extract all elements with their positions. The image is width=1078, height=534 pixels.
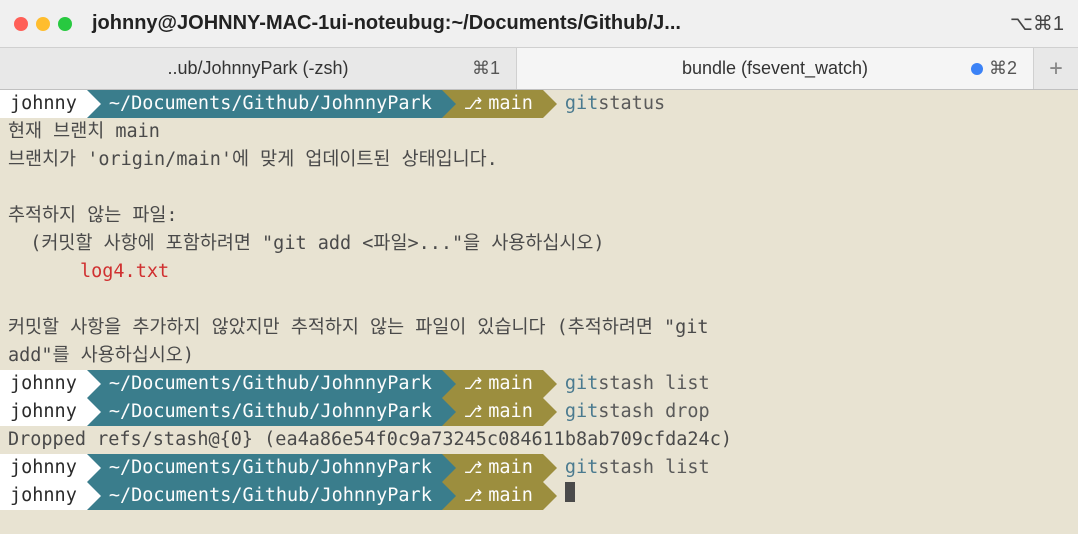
- activity-indicator-icon: [971, 63, 983, 75]
- tabbar: ..ub/JohnnyPark (-zsh) ⌘1 bundle (fseven…: [0, 48, 1078, 90]
- maximize-icon[interactable]: [58, 17, 72, 31]
- output-line: 추적하지 않는 파일:: [0, 202, 1078, 230]
- prompt-user: johnny: [0, 90, 87, 118]
- command-text: git stash drop: [543, 398, 710, 426]
- prompt-user: johnny: [0, 454, 87, 482]
- output-line: 현재 브랜치 main: [0, 118, 1078, 146]
- titlebar: johnny@JOHNNY-MAC-1ui-noteubug:~/Documen…: [0, 0, 1078, 48]
- prompt-user: johnny: [0, 482, 87, 510]
- prompt-branch: ⎇main: [442, 454, 543, 482]
- prompt-line: johnny ~/Documents/Github/JohnnyPark ⎇ma…: [0, 90, 1078, 118]
- prompt-branch: ⎇main: [442, 370, 543, 398]
- command-text: git stash list: [543, 370, 710, 398]
- output-line: 브랜치가 'origin/main'에 맞게 업데이트된 상태입니다.: [0, 146, 1078, 174]
- tab-2[interactable]: bundle (fsevent_watch) ⌘2: [517, 48, 1034, 89]
- untracked-file: log4.txt: [0, 258, 1078, 286]
- git-branch-icon: ⎇: [464, 482, 482, 510]
- cursor: [565, 482, 575, 502]
- git-branch-icon: ⎇: [464, 370, 482, 398]
- prompt-path: ~/Documents/Github/JohnnyPark: [87, 370, 442, 398]
- prompt-line: johnny ~/Documents/Github/JohnnyPark ⎇ma…: [0, 370, 1078, 398]
- traffic-lights: [14, 17, 72, 31]
- window-title: johnny@JOHNNY-MAC-1ui-noteubug:~/Documen…: [92, 12, 1010, 35]
- branch-name: main: [488, 454, 533, 482]
- branch-name: main: [488, 370, 533, 398]
- prompt-path: ~/Documents/Github/JohnnyPark: [87, 398, 442, 426]
- git-branch-icon: ⎇: [464, 90, 482, 118]
- git-branch-icon: ⎇: [464, 454, 482, 482]
- branch-name: main: [488, 482, 533, 510]
- prompt-line: johnny ~/Documents/Github/JohnnyPark ⎇ma…: [0, 454, 1078, 482]
- output-line: Dropped refs/stash@{0} (ea4a86e54f0c9a73…: [0, 426, 1078, 454]
- command-text: git stash list: [543, 454, 710, 482]
- prompt-branch: ⎇main: [442, 90, 543, 118]
- terminal-output[interactable]: johnny ~/Documents/Github/JohnnyPark ⎇ma…: [0, 90, 1078, 510]
- prompt-branch: ⎇main: [442, 398, 543, 426]
- window-shortcut: ⌥⌘1: [1010, 11, 1064, 36]
- new-tab-button[interactable]: +: [1034, 48, 1078, 89]
- tab-1[interactable]: ..ub/JohnnyPark (-zsh) ⌘1: [0, 48, 517, 89]
- prompt-path: ~/Documents/Github/JohnnyPark: [87, 454, 442, 482]
- output-line: add"를 사용하십시오): [0, 342, 1078, 370]
- prompt-user: johnny: [0, 398, 87, 426]
- tab-label: bundle (fsevent_watch): [682, 58, 868, 79]
- branch-name: main: [488, 90, 533, 118]
- prompt-line: johnny ~/Documents/Github/JohnnyPark ⎇ma…: [0, 482, 1078, 510]
- output-line: [0, 286, 1078, 314]
- prompt-path: ~/Documents/Github/JohnnyPark: [87, 90, 442, 118]
- branch-name: main: [488, 398, 533, 426]
- prompt-line: johnny ~/Documents/Github/JohnnyPark ⎇ma…: [0, 398, 1078, 426]
- prompt-branch: ⎇main: [442, 482, 543, 510]
- command-text: git status: [543, 90, 665, 118]
- tab-label: ..ub/JohnnyPark (-zsh): [167, 58, 348, 79]
- minimize-icon[interactable]: [36, 17, 50, 31]
- git-branch-icon: ⎇: [464, 398, 482, 426]
- tab-shortcut-text: ⌘2: [989, 58, 1017, 79]
- prompt-user: johnny: [0, 370, 87, 398]
- tab-shortcut: ⌘2: [971, 58, 1017, 79]
- tab-shortcut: ⌘1: [472, 58, 500, 79]
- output-line: [0, 174, 1078, 202]
- output-line: (커밋할 사항에 포함하려면 "git add <파일>..."을 사용하십시오…: [0, 230, 1078, 258]
- output-line: 커밋할 사항을 추가하지 않았지만 추적하지 않는 파일이 있습니다 (추적하려…: [0, 314, 1078, 342]
- prompt-path: ~/Documents/Github/JohnnyPark: [87, 482, 442, 510]
- close-icon[interactable]: [14, 17, 28, 31]
